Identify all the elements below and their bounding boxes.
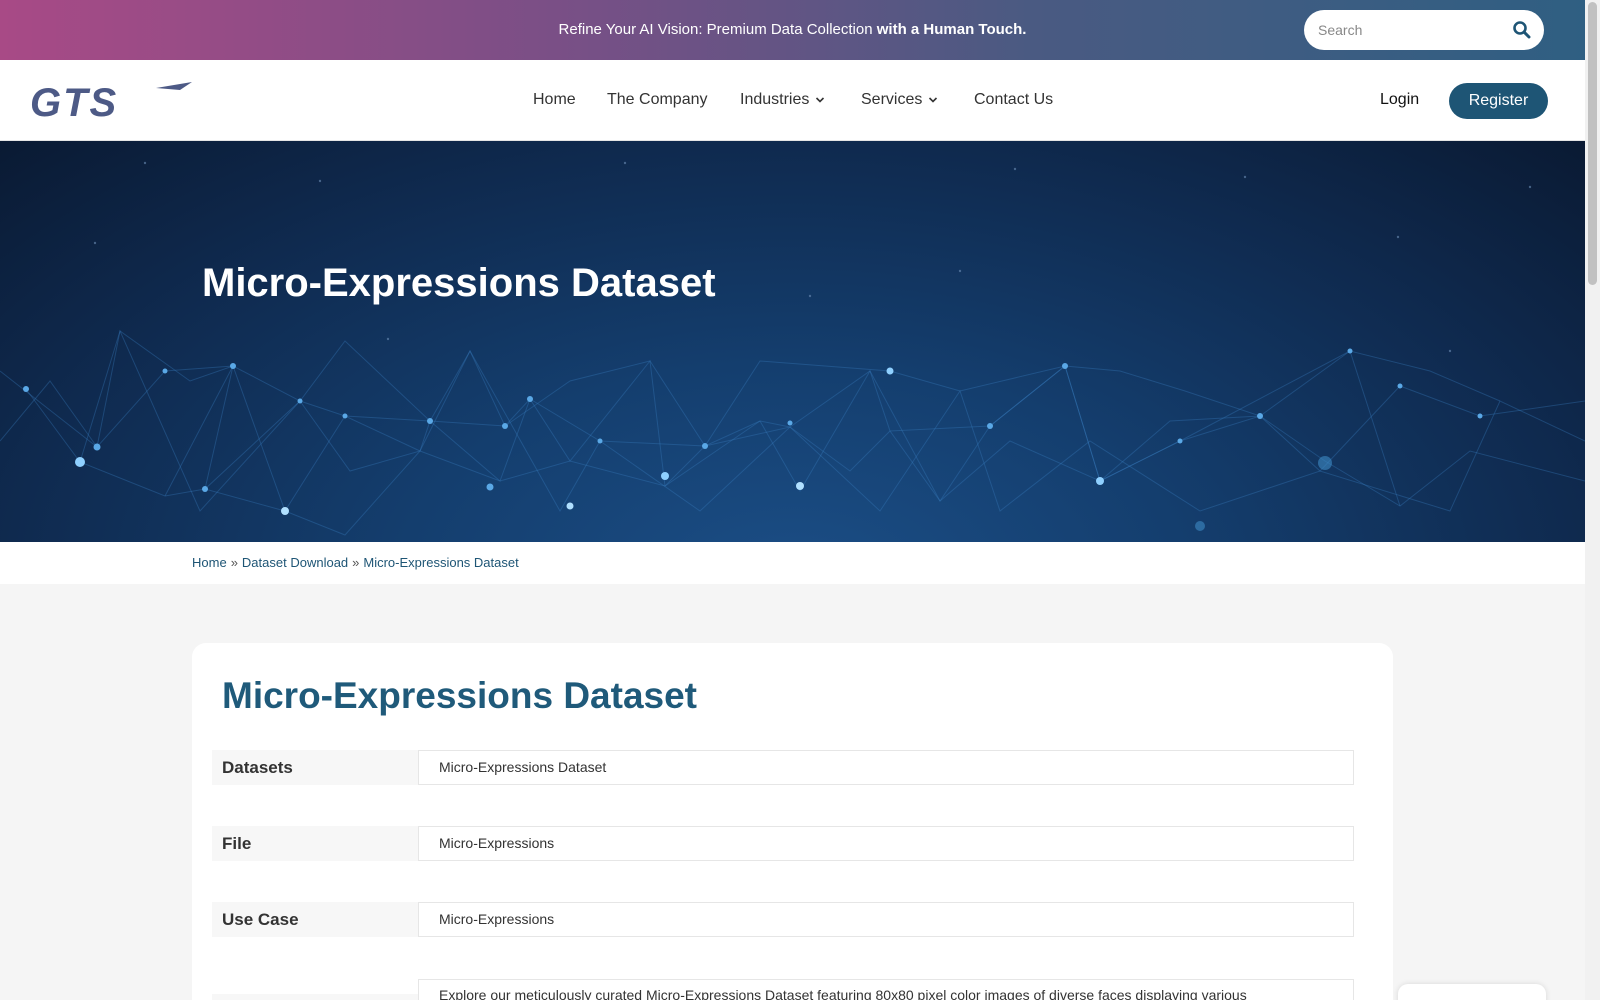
row-value: Explore our meticulously curated Micro-E…	[418, 979, 1354, 1000]
info-row-use-case: Use Case Micro-Expressions	[212, 902, 1354, 937]
breadcrumb-separator: »	[352, 555, 360, 570]
page-scrollbar[interactable]	[1585, 0, 1600, 1000]
search-input[interactable]	[1318, 10, 1508, 50]
dataset-card: Micro-Expressions Dataset Datasets Micro…	[192, 643, 1393, 1000]
nav-industries[interactable]: Industries	[740, 88, 825, 112]
nav-the-company[interactable]: The Company	[607, 88, 708, 112]
nav-services-label: Services	[861, 91, 923, 108]
row-label: File	[212, 826, 418, 861]
register-button[interactable]: Register	[1449, 83, 1548, 119]
chevron-down-icon	[816, 97, 825, 103]
search-box[interactable]	[1304, 10, 1544, 50]
hero-banner: Micro-Expressions Dataset	[0, 141, 1585, 542]
row-value: Micro-Expressions	[418, 902, 1354, 937]
chat-widget[interactable]	[1398, 984, 1546, 1000]
row-value: Micro-Expressions Dataset	[418, 750, 1354, 785]
main-navigation: GTS Home The Company Industries Services…	[0, 60, 1585, 141]
nav-home-label: Home	[533, 91, 576, 108]
info-row-file: File Micro-Expressions	[212, 826, 1354, 861]
row-label: Datasets	[212, 750, 418, 785]
announcement-bold-text: with a Human Touch.	[876, 21, 1027, 38]
breadcrumb-bar: Home» Dataset Download» Micro-Expressions …	[0, 542, 1585, 584]
chevron-down-icon	[929, 97, 938, 103]
nav-the-company-label: The Company	[607, 91, 708, 108]
nav-industries-label: Industries	[740, 91, 810, 108]
scrollbar-thumb[interactable]	[1588, 2, 1597, 285]
network-background-graphic	[0, 161, 1585, 536]
search-icon[interactable]	[1512, 20, 1532, 40]
nav-contact-us[interactable]: Contact Us	[974, 88, 1053, 112]
breadcrumb-home[interactable]: Home	[192, 555, 227, 570]
login-link[interactable]: Login	[1380, 88, 1419, 112]
gts-logo[interactable]: GTS	[30, 82, 192, 120]
breadcrumb-current[interactable]: Micro-Expressions Dataset	[363, 555, 518, 570]
info-row-datasets: Datasets Micro-Expressions Dataset	[212, 750, 1354, 785]
announcement-text: Refine Your AI Vision: Premium Data Coll…	[558, 21, 877, 38]
breadcrumb-separator: »	[230, 555, 238, 570]
row-value: Micro-Expressions	[418, 826, 1354, 861]
announcement-bar: Refine Your AI Vision: Premium Data Coll…	[0, 0, 1585, 60]
row-label: Use Case	[212, 902, 418, 937]
nav-contact-us-label: Contact Us	[974, 91, 1054, 108]
hero-title: Micro-Expressions Dataset	[202, 261, 716, 305]
breadcrumb-dataset-download[interactable]: Dataset Download	[242, 555, 348, 570]
nav-services[interactable]: Services	[861, 88, 938, 112]
svg-text:GTS: GTS	[30, 82, 118, 120]
nav-home[interactable]: Home	[533, 88, 576, 112]
dataset-title: Micro-Expressions Dataset	[222, 675, 698, 716]
info-row-description: Explore our meticulously curated Micro-E…	[212, 979, 1354, 1000]
row-label	[212, 994, 418, 1000]
breadcrumb: Home» Dataset Download» Micro-Expressions …	[192, 555, 519, 570]
